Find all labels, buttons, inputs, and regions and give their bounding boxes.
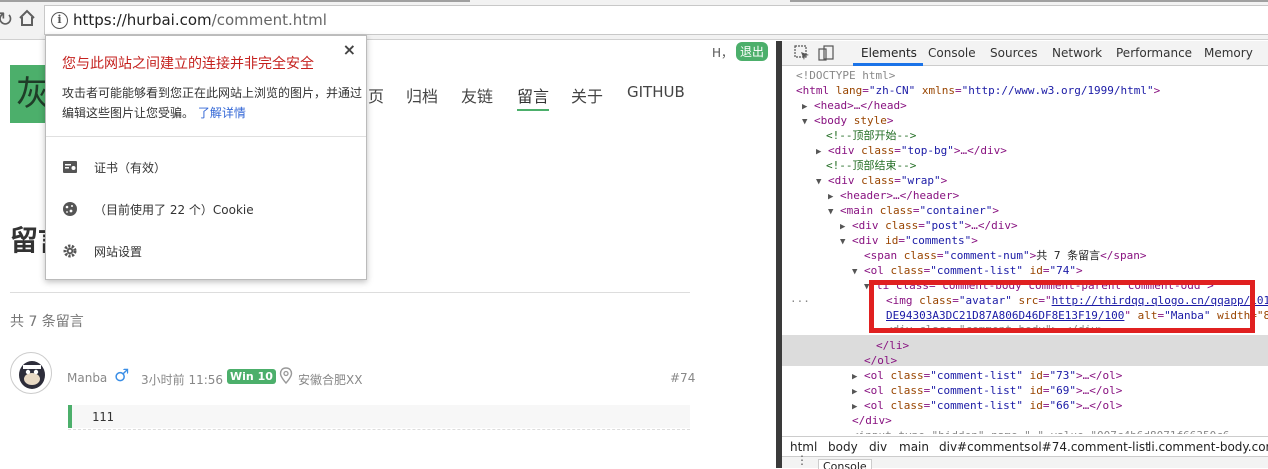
popup-title: 您与此网站之间建立的连接并非完全安全 <box>62 56 314 72</box>
site-logo[interactable]: 灰 <box>10 65 46 123</box>
nav-item-archive[interactable]: 归档 <box>406 83 438 107</box>
page-title: 留言 <box>10 224 46 257</box>
divider <box>46 136 366 137</box>
tab-performance[interactable]: Performance <box>1116 46 1192 60</box>
logout-button[interactable]: 退出 <box>736 42 769 61</box>
nav-item-about[interactable]: 关于 <box>571 83 603 107</box>
crumb-html[interactable]: html <box>790 440 817 454</box>
browser-toolbar: ↻ i https://hurbai.com/comment.html <box>0 0 1268 40</box>
crumb-body[interactable]: body <box>828 440 858 454</box>
drawer-menu-icon[interactable]: ⋮ <box>796 453 808 467</box>
tree-line-comment[interactable]: <!--顶部结束--> <box>826 158 916 173</box>
comment-time: 3小时前 11:56 <box>141 373 224 387</box>
nav-item-github[interactable]: GITHUB <box>627 83 685 101</box>
tab-memory[interactable]: Memory <box>1204 46 1253 60</box>
tab-network[interactable]: Network <box>1052 46 1102 60</box>
tree-line-doctype[interactable]: <!DOCTYPE html> <box>796 68 895 83</box>
comment-body: 111 <box>68 405 690 428</box>
tab-console[interactable]: Console <box>928 46 976 60</box>
tree-line-comment[interactable]: <!--顶部开始--> <box>826 128 916 143</box>
selected-node-highlight <box>782 335 1268 366</box>
comment-count: 共 7 条留言 <box>10 314 84 330</box>
tree-line-li-close[interactable]: </li> <box>876 338 909 353</box>
inspect-element-icon[interactable] <box>794 45 810 61</box>
certificate-icon <box>62 159 78 175</box>
dom-tree: <!DOCTYPE html> <html lang="zh-CN" xmlns… <box>782 68 1268 436</box>
avatar[interactable] <box>10 352 52 394</box>
tree-line-div-close[interactable]: </div> <box>852 413 892 428</box>
nav-item-friends[interactable]: 友链 <box>461 83 493 107</box>
devtools-panel: Elements Console Sources Network Perform… <box>776 41 1268 469</box>
crumb-li[interactable]: li.comment-body.comm <box>1148 440 1268 454</box>
tree-line-input[interactable]: <input type="hidden" name="_" value="007… <box>852 428 1230 434</box>
reload-icon[interactable]: ↻ <box>0 8 16 30</box>
gear-icon <box>62 243 78 259</box>
tab-sources[interactable]: Sources <box>990 46 1037 60</box>
divider <box>68 429 690 430</box>
crumb-main[interactable]: main <box>899 440 929 454</box>
address-bar[interactable]: i https://hurbai.com/comment.html <box>44 5 1268 35</box>
devtools-tabbar: Elements Console Sources Network Perform… <box>782 41 1268 66</box>
cookie-icon <box>62 201 78 217</box>
tree-line-html[interactable]: <html lang="zh-CN" xmlns="http://www.w3.… <box>796 83 1160 98</box>
active-tab-indicator <box>853 63 923 66</box>
nav-item-guestbook[interactable]: 留言 <box>517 83 550 111</box>
learn-more-link[interactable]: 了解详情 <box>198 106 246 120</box>
more-icon[interactable]: ... <box>790 291 810 306</box>
popup-description: 攻击者可能能够看到您正在此网站上浏览的图片，并通过编辑这些图片让您受骗。 了解详… <box>62 86 363 120</box>
comment-id[interactable]: #74 <box>670 371 695 385</box>
comment-author[interactable]: Manba <box>67 371 107 385</box>
url-text[interactable]: https://hurbai.com/comment.html <box>73 11 327 29</box>
device-toolbar-icon[interactable] <box>818 45 834 61</box>
crumb-ol[interactable]: ol#74.comment-list <box>1031 440 1150 454</box>
info-icon[interactable]: i <box>51 12 68 29</box>
site-info-popup: × 您与此网站之间建立的连接并非完全安全 攻击者可能能够看到您正在此网站上浏览的… <box>45 35 367 280</box>
tab-strip-edge <box>0 0 470 2</box>
location-pin-icon <box>279 367 293 385</box>
console-drawer: ⋮ Console <box>782 453 1268 469</box>
os-badge: Win 10 <box>227 369 276 384</box>
comment-location: 安徽合肥XX <box>298 373 363 387</box>
nav-item-home[interactable]: 页 <box>368 83 384 107</box>
tree-line-span[interactable]: <span class="comment-num">共 7 条留言</span> <box>864 248 1146 263</box>
tab-strip-edge <box>790 0 1268 2</box>
user-name: H， <box>712 46 734 60</box>
crumb-div-comments[interactable]: div#comments <box>939 440 1030 454</box>
crumb-div[interactable]: div <box>869 440 887 454</box>
divider <box>10 292 690 293</box>
tree-line-ol-66[interactable]: ▶ <ol class="comment-list" id="66">…</ol… <box>852 398 1122 415</box>
close-icon[interactable]: × <box>343 40 356 59</box>
home-icon[interactable] <box>16 8 38 30</box>
highlight-box <box>869 280 1255 333</box>
breadcrumb: html body div main div#comments ol#74.co… <box>782 436 1268 456</box>
tab-elements[interactable]: Elements <box>861 46 917 60</box>
male-icon: ♂ <box>114 366 130 386</box>
tree-line-ol-close[interactable]: </ol> <box>864 353 897 368</box>
